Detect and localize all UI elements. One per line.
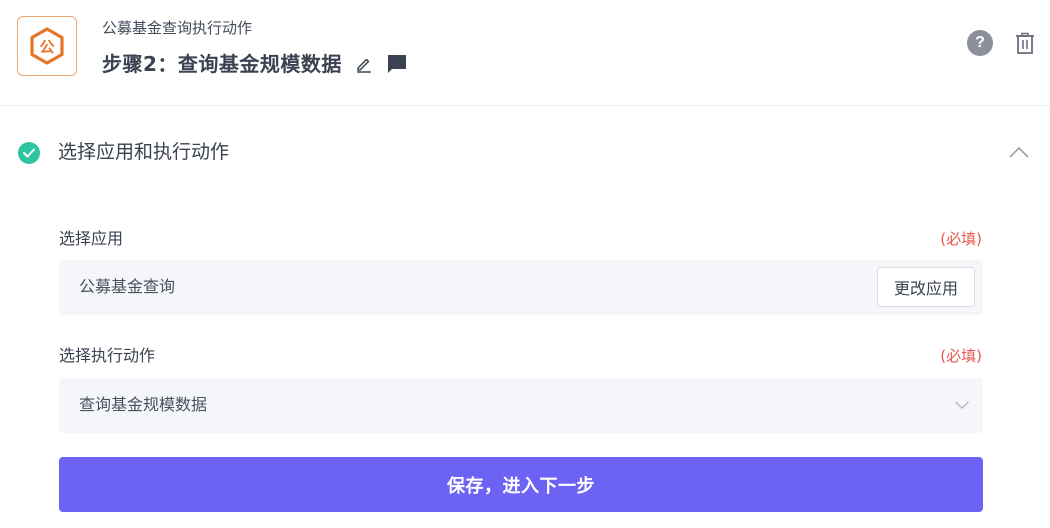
change-app-button[interactable]: 更改应用 [877, 267, 975, 307]
app-name: 公募基金查询执行动作 [102, 19, 253, 37]
gong-fund-logo-icon: 公 [30, 27, 64, 65]
save-next-button[interactable]: 保存，进入下一步 [59, 457, 983, 512]
section-title: 选择应用和执行动作 [58, 141, 230, 163]
action-select-value: 查询基金规模数据 [79, 395, 208, 414]
app-logo-text: 公 [39, 38, 54, 56]
app-field-value: 公募基金查询 [79, 277, 176, 296]
action-field-label: 选择执行动作 [59, 346, 156, 365]
step-header: 公 公募基金查询执行动作 步骤2：查询基金规模数据 ? [0, 0, 1050, 106]
help-icon[interactable]: ? [967, 30, 993, 56]
step-title: 步骤2：查询基金规模数据 [102, 52, 342, 76]
chevron-up-icon[interactable] [1006, 142, 1032, 162]
pencil-icon[interactable] [354, 54, 374, 74]
check-circle-icon [18, 142, 40, 164]
trash-icon[interactable] [1013, 30, 1037, 56]
chevron-down-icon [953, 397, 971, 413]
section-header[interactable]: 选择应用和执行动作 [0, 128, 1050, 176]
app-field: 公募基金查询 更改应用 [59, 260, 983, 315]
app-logo: 公 [17, 16, 77, 76]
step-title-row: 步骤2：查询基金规模数据 [102, 48, 408, 80]
app-field-label: 选择应用 [59, 229, 124, 248]
app-field-required: (必填) [940, 230, 982, 248]
comment-icon[interactable] [386, 53, 408, 75]
action-select[interactable]: 查询基金规模数据 [59, 378, 983, 433]
action-field-required: (必填) [940, 347, 982, 365]
